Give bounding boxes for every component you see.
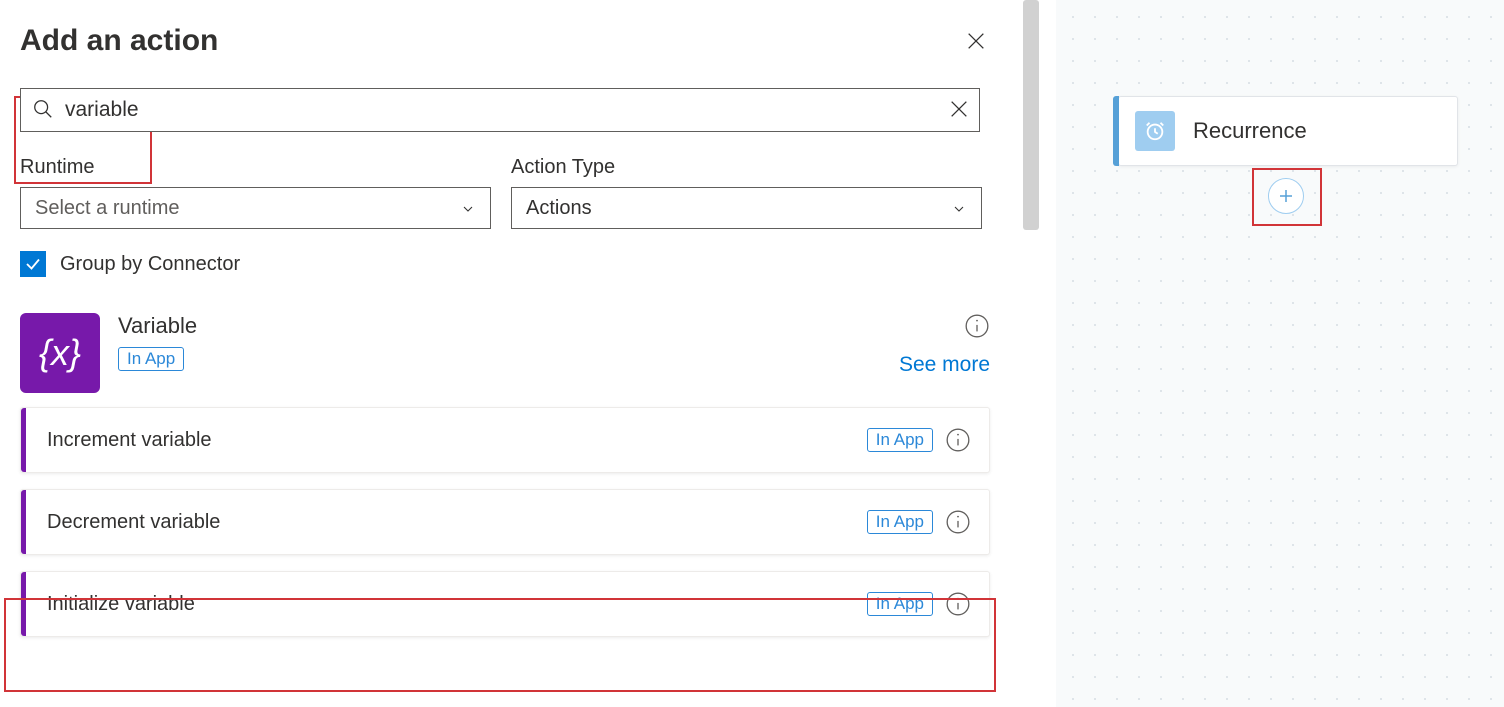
- scrollbar-thumb[interactable]: [1023, 0, 1039, 230]
- clear-search-icon[interactable]: [948, 98, 970, 120]
- panel-title: Add an action: [20, 24, 218, 58]
- action-badge: In App: [867, 428, 933, 452]
- node-label: Recurrence: [1193, 118, 1307, 144]
- chevron-down-icon: [951, 200, 967, 216]
- action-row[interactable]: Initialize variableIn App: [20, 571, 990, 637]
- flow-canvas[interactable]: Recurrence: [1056, 0, 1504, 707]
- group-by-connector-checkbox[interactable]: [20, 251, 46, 277]
- action-badge: In App: [867, 592, 933, 616]
- action-row[interactable]: Decrement variableIn App: [20, 489, 990, 555]
- variable-connector-icon: {x}: [20, 313, 100, 393]
- actiontype-value: Actions: [526, 197, 592, 220]
- group-by-connector-label: Group by Connector: [60, 253, 240, 276]
- connector-name: Variable: [118, 313, 197, 339]
- search-icon: [32, 98, 54, 120]
- clock-icon: [1135, 111, 1175, 151]
- search-input[interactable]: [20, 88, 980, 132]
- see-more-link[interactable]: See more: [899, 353, 990, 377]
- action-name: Increment variable: [47, 429, 867, 452]
- actiontype-select[interactable]: Actions: [511, 187, 982, 229]
- info-icon[interactable]: [964, 313, 990, 339]
- action-name: Decrement variable: [47, 511, 867, 534]
- runtime-value: Select a runtime: [35, 197, 180, 220]
- chevron-down-icon: [460, 200, 476, 216]
- add-action-panel: Add an action Runtime Select a runtime A…: [0, 0, 1010, 707]
- action-row[interactable]: Increment variableIn App: [20, 407, 990, 473]
- action-name: Initialize variable: [47, 593, 867, 616]
- recurrence-node[interactable]: Recurrence: [1118, 96, 1458, 166]
- add-step-button[interactable]: [1268, 178, 1304, 214]
- connector-variable: {x} Variable In App See more Increment v…: [20, 313, 990, 637]
- runtime-select[interactable]: Select a runtime: [20, 187, 491, 229]
- actiontype-label: Action Type: [511, 156, 982, 179]
- info-icon[interactable]: [945, 509, 971, 535]
- action-badge: In App: [867, 510, 933, 534]
- close-icon[interactable]: [962, 27, 990, 55]
- info-icon[interactable]: [945, 427, 971, 453]
- runtime-label: Runtime: [20, 156, 491, 179]
- connector-badge: In App: [118, 347, 184, 371]
- info-icon[interactable]: [945, 591, 971, 617]
